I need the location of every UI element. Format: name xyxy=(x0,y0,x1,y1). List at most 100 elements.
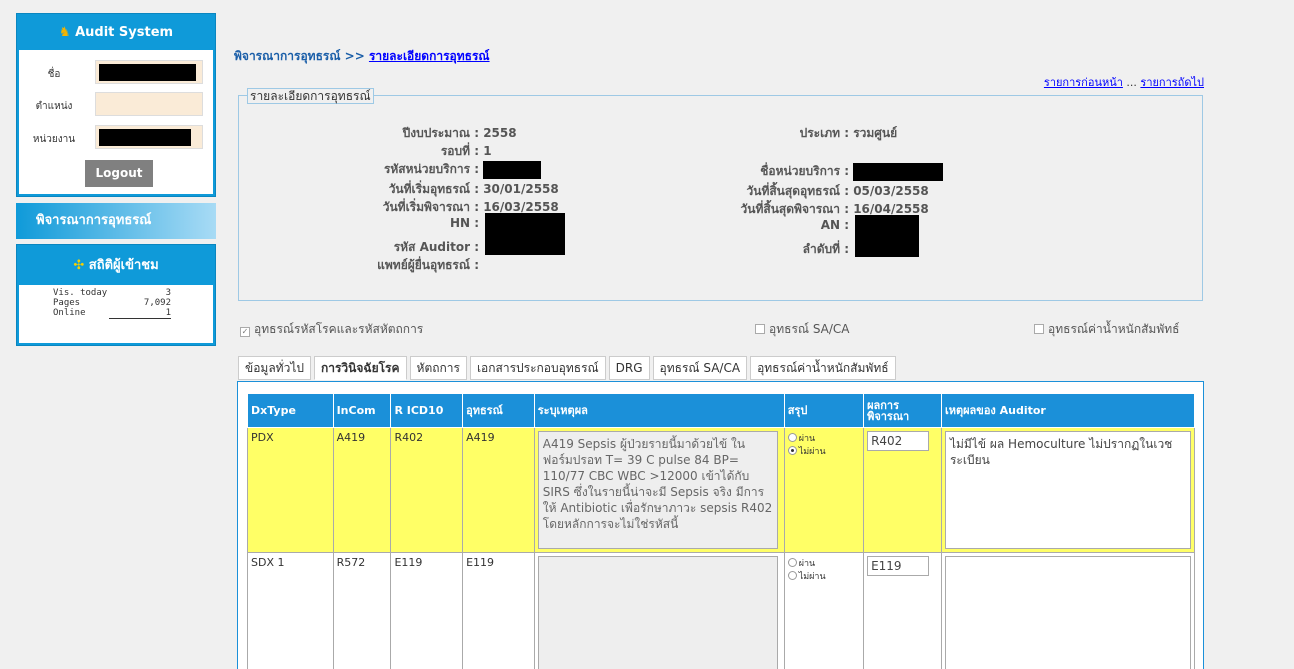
summary-cell: ผ่าน ไม่ผ่าน xyxy=(783,427,865,553)
reason-textarea[interactable] xyxy=(537,556,778,669)
appeal-code-cell: E119 xyxy=(462,552,535,669)
audit-logo-icon: ♞ xyxy=(58,25,71,40)
stats-panel: ✣ สถิติผู้เข้าชม Vis. today 3 Pages 7,092 … xyxy=(16,244,216,346)
column-header: R ICD10 xyxy=(390,393,464,428)
sidebar: ♞ Audit System ชื่อ ตำแหน่ง หน่วยงาน Log… xyxy=(16,13,216,346)
radio-label: ไม่ผ่าน xyxy=(798,447,826,457)
detail-value: 16/04/2558 xyxy=(853,202,929,216)
fail-radio[interactable]: ไม่ผ่าน xyxy=(787,446,860,457)
position-field[interactable] xyxy=(95,92,203,116)
auditor-cell: ไม่มีไข้ ผล Hemoculture ไม่ปรากฏในเวชระเ… xyxy=(940,427,1196,553)
redaction xyxy=(99,64,196,81)
auditor-reason-textarea[interactable] xyxy=(944,556,1191,669)
reason-cell: A419 Sepsis ผู้ป่วยรายนี้มาด้วยไข้ ในฟอร… xyxy=(533,427,785,553)
detail-tabs: ข้อมูลทั่วไป การวินิจฉัยโรค หัตถการ เอกส… xyxy=(238,356,899,380)
logout-button[interactable]: Logout xyxy=(85,160,153,187)
redaction xyxy=(99,129,191,146)
detail-label: วันที่สิ้นสุดอุทธรณ์ : xyxy=(746,184,850,198)
column-header: อุทธรณ์ xyxy=(462,393,535,428)
column-header: ระบุเหตุผล xyxy=(533,393,785,428)
detail-value: รวมศูนย์ xyxy=(853,126,898,140)
breadcrumb-parent: พิจารณาการอุทธรณ์ xyxy=(234,49,341,63)
stats-panel-header: ✣ สถิติผู้เข้าชม xyxy=(19,247,213,285)
result-cell: R402 xyxy=(863,427,942,553)
stat-value: 3 xyxy=(165,288,171,298)
tab-drg[interactable]: DRG xyxy=(608,356,650,380)
column-header: InCom xyxy=(332,393,392,428)
field-row-name: ชื่อ xyxy=(19,60,213,86)
check-saca-appeal[interactable]: อุทธรณ์ SA/CA xyxy=(755,320,850,339)
redaction xyxy=(855,215,919,257)
table-row: PDX A419 R402 A419 A419 Sepsis ผู้ป่วยรา… xyxy=(247,427,1196,553)
tab-saca[interactable]: อุทธรณ์ SA/CA xyxy=(652,356,748,380)
detail-label: วันที่สิ้นสุดพิจารณา : xyxy=(740,202,849,216)
stats-body: Vis. today 3 Pages 7,092 Online 1 xyxy=(19,285,213,343)
redaction xyxy=(853,162,944,181)
radio-label: ผ่าน xyxy=(798,559,816,569)
tab-documents[interactable]: เอกสารประกอบอุทธรณ์ xyxy=(469,356,606,380)
auditor-reason-textarea[interactable]: ไม่มีไข้ ผล Hemoculture ไม่ปรากฏในเวชระเ… xyxy=(944,431,1191,549)
result-cell: E119 xyxy=(863,552,942,669)
tab-diagnosis[interactable]: การวินิจฉัยโรค xyxy=(313,356,407,380)
pass-radio[interactable]: ผ่าน xyxy=(787,558,860,569)
auditor-cell xyxy=(940,552,1196,669)
stats-title: สถิติผู้เข้าชม xyxy=(88,258,159,273)
table-row: SDX 1 R572 E119 E119 ผ่าน ไม่ผ่าน E119 xyxy=(247,552,1196,669)
incom-cell: A419 xyxy=(332,427,392,553)
column-header: ผลการพิจารณา xyxy=(863,393,942,428)
prev-record-link[interactable]: รายการก่อนหน้า xyxy=(1044,76,1123,89)
reason-textarea[interactable]: A419 Sepsis ผู้ป่วยรายนี้มาด้วยไข้ ในฟอร… xyxy=(537,431,778,549)
detail-label: AN : xyxy=(820,218,849,232)
sidebar-item-appeal-review[interactable]: พิจารณาการอุทธรณ์ xyxy=(16,203,216,239)
name-label: ชื่อ xyxy=(47,69,61,80)
pager-separator: ... xyxy=(1122,76,1141,89)
ricd10-cell: E119 xyxy=(390,552,464,669)
field-row-position: ตำแหน่ง xyxy=(19,92,213,118)
stat-value: 1 xyxy=(109,308,171,319)
radio-icon xyxy=(787,558,797,567)
stats-icon: ✣ xyxy=(73,258,85,273)
dxtype-cell: PDX xyxy=(247,427,334,553)
column-header: สรุป xyxy=(783,393,865,428)
detail-label: ประเภท : xyxy=(799,126,849,140)
name-field[interactable] xyxy=(95,60,203,84)
check-procedure-appeal[interactable]: ✓ อุทธรณ์รหัสโรคและรหัสหัตถการ xyxy=(240,320,423,339)
next-record-link[interactable]: รายการถัดไป xyxy=(1140,76,1204,89)
incom-cell: R572 xyxy=(332,552,392,669)
column-header: DxType xyxy=(247,393,334,428)
summary-cell: ผ่าน ไม่ผ่าน xyxy=(783,552,865,669)
detail-label: ลำดับที่ : xyxy=(802,242,849,256)
tab-procedure[interactable]: หัตถการ xyxy=(409,356,467,380)
detail-right-column: ประเภท : รวมศูนย์ ชื่อหน่วยบริการ : วันท… xyxy=(239,124,999,258)
tab-general[interactable]: ข้อมูลทั่วไป xyxy=(238,356,311,380)
field-row-agency: หน่วยงาน xyxy=(19,125,213,151)
check-label: อุทธรณ์รหัสโรคและรหัสหัตถการ xyxy=(254,322,424,336)
reason-cell xyxy=(533,552,785,669)
stat-value: 7,092 xyxy=(143,298,171,308)
tab-relative-weight[interactable]: อุทธรณ์ค่าน้ำหนักสัมพัทธ์ xyxy=(750,356,896,380)
appeal-code-cell: A419 xyxy=(462,427,535,553)
stat-row: Pages 7,092 xyxy=(53,298,173,308)
pass-radio[interactable]: ผ่าน xyxy=(787,433,860,444)
ricd10-cell: R402 xyxy=(390,427,464,553)
detail-row: วันที่สิ้นสุดอุทธรณ์ : 05/03/2558 xyxy=(239,182,999,200)
radio-selected-icon xyxy=(787,446,797,455)
detail-label: ชื่อหน่วยบริการ : xyxy=(760,164,849,178)
column-header: เหตุผลของ Auditor xyxy=(940,393,1196,428)
table-header-row: DxType InCom R ICD10 อุทธรณ์ ระบุเหตุผล … xyxy=(247,393,1196,428)
record-pager: รายการก่อนหน้า ... รายการถัดไป xyxy=(1044,73,1204,91)
login-panel-body: ชื่อ ตำแหน่ง หน่วยงาน Logout xyxy=(19,50,213,194)
fail-radio[interactable]: ไม่ผ่าน xyxy=(787,571,860,582)
diagnosis-panel: DxType InCom R ICD10 อุทธรณ์ ระบุเหตุผล … xyxy=(237,381,1204,669)
checkbox-icon xyxy=(1034,324,1044,334)
radio-label: ผ่าน xyxy=(798,434,816,444)
login-panel: ♞ Audit System ชื่อ ตำแหน่ง หน่วยงาน Log… xyxy=(16,13,216,197)
result-input[interactable]: R402 xyxy=(867,431,930,451)
check-rw-appeal[interactable]: อุทธรณ์ค่าน้ำหนักสัมพัทธ์ xyxy=(1034,320,1179,339)
result-input[interactable]: E119 xyxy=(867,556,930,576)
agency-field[interactable] xyxy=(95,125,203,149)
appeal-detail-fieldset: รายละเอียดการอุทธรณ์ ปีงบประมาณ : 2558 ร… xyxy=(238,88,1203,301)
stat-row: Online 1 xyxy=(53,308,173,319)
radio-label: ไม่ผ่าน xyxy=(798,572,826,582)
breadcrumb-current-link[interactable]: รายละเอียดการอุทธรณ์ xyxy=(369,49,490,63)
